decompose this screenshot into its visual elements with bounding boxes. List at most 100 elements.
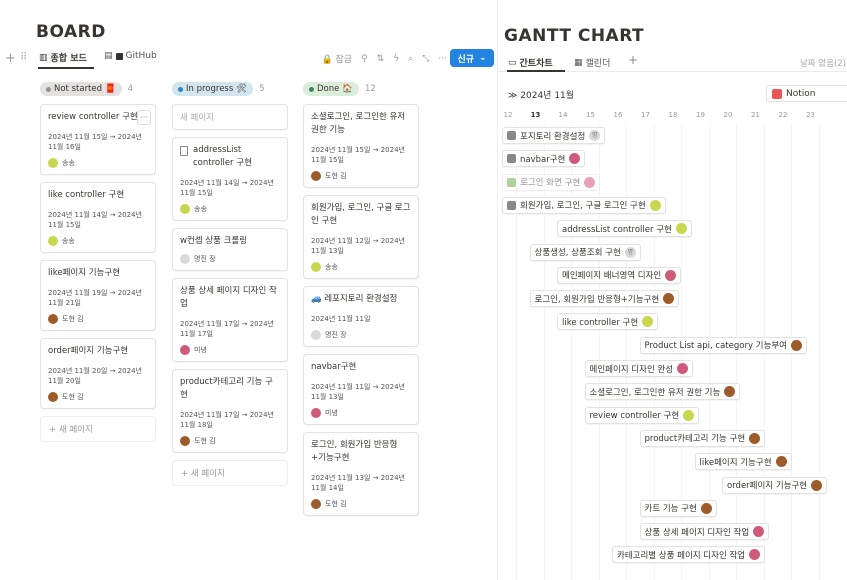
car-icon: 🚙 [311,294,322,304]
column-done: Done 🏠 12 소셜로그인, 로그인한 유저 권한 기능 2024년 11월… [303,80,419,523]
gantt-task-bar[interactable]: 메인페이지 배너영역 디자인 [557,266,682,284]
gantt-task-bar[interactable]: 로그인 화면 구현 [502,173,601,191]
gantt-task-bar[interactable]: 소셜로그인, 로그인한 유저 권한 기능 [584,383,741,401]
task-label: navbar구현 [520,154,566,165]
tab-gantt[interactable]: ▭ 간트차트 [508,56,553,70]
board-card[interactable]: 🚙 레포지토리 환경설정 2024년 11월 11일 명진 장 [303,286,419,347]
calendar-icon: ▦ [574,57,583,68]
expand-icon[interactable]: ⤡ [422,54,429,64]
card-date: 2024년 11월 17일 → 2024년 11월 17일 [180,320,274,338]
board-card[interactable]: navbar구현 2024년 11월 11일 → 2024년 11월 13일 미… [303,354,419,425]
card-assignee: 송송 [48,236,148,246]
gantt-task-bar[interactable]: 카트 기능 구현 [639,499,717,517]
board-card[interactable]: like페이지 기능구현 2024년 11월 19일 → 2024년 11월 2… [40,260,156,331]
lock-button[interactable]: 🔒 잠금 [321,52,352,65]
status-badge[interactable]: Done 🏠 [303,82,359,96]
card-assignee: 도현 김 [48,392,148,402]
gantt-task-bar[interactable]: Product List api, category 기능부여 [639,336,807,354]
gantt-task-bar[interactable]: like페이지 기능구현 [694,453,792,471]
add-block-icon[interactable]: + [5,51,16,66]
avatar [790,339,802,351]
gantt-panel: GANTT CHART ▭ 간트차트 ▦ 캘린더 + 날짜 없음(2) ≫ 20… [497,0,847,580]
avatar: 명 [589,130,601,141]
board-card[interactable]: product카테고리 기능 구현 2024년 11월 17일 → 2024년 … [172,369,288,453]
status-dot-icon [46,86,51,92]
card-date: 2024년 11월 11일 [311,315,371,323]
gantt-task-bar[interactable]: product카테고리 기능 구현 [639,429,766,447]
board-card[interactable]: 상품 상세 페이지 디자인 작업 2024년 11월 17일 → 2024년 1… [172,278,288,362]
column-count: 4 [127,84,134,94]
board-card[interactable]: like controller 구현 2024년 11월 14일 → 2024년… [40,182,156,253]
status-label: Not started [54,84,103,94]
notion-button-label: Notion [786,88,816,99]
gantt-task-bar[interactable]: navbar구현 [502,150,586,168]
task-label: 상품생성, 상품조회 구현 [534,248,621,258]
board-card[interactable]: 소셜로그인, 로그인한 유저 권한 기능 2024년 11월 15일 → 202… [303,104,419,188]
board-card[interactable]: 로그인, 회원가입 반응형 +기능구현 2024년 11월 13일 → 2024… [303,432,419,516]
assignee-name: 송송 [62,159,75,167]
column-header: Done 🏠 12 [303,80,419,98]
gantt-task-bar[interactable]: 카테고리별 상품 페이지 디자인 작업 [612,546,766,564]
card-title: review controller 구현 [48,112,138,122]
chevron-down-icon[interactable]: ⌄ [479,53,487,63]
tab-gantt-label: 간트차트 [519,59,553,69]
timeline-icon: ▭ [508,57,517,68]
sort-icon[interactable]: ⇅ [377,54,385,64]
task-label: 메인페이지 배너영역 디자인 [562,271,662,282]
gantt-task-bar[interactable]: like controller 구현 [557,313,659,331]
gantt-title: GANTT CHART [504,26,645,46]
gantt-task-bar[interactable]: 로그인, 회원가입 반응형+기능구현 [529,290,680,308]
status-badge[interactable]: In progress 🛠 [172,82,254,96]
avatar [683,409,695,421]
assignee-name: 미녕 [325,409,338,417]
gantt-task-bar[interactable]: 포지토리 환경설정 명 [502,127,606,144]
card-assignee: 명진 장 [180,254,280,264]
more-options-icon[interactable]: ··· [438,54,447,64]
avatar [677,363,689,374]
task-page-icon [507,177,516,187]
search-icon[interactable]: ⌕ [408,54,413,64]
no-date-button[interactable]: 날짜 없음(2) [800,57,846,69]
drag-handle-icon[interactable]: ⠿ [20,52,27,63]
avatar [180,345,190,355]
day-label: 12 [503,111,513,119]
new-page-card[interactable]: 새 페이지 [172,104,288,130]
filter-icon[interactable]: ⚲ [361,54,368,64]
add-view-button[interactable]: + [628,53,638,67]
month-label[interactable]: ≫ 2024년 11월 [508,88,574,101]
gantt-task-bar[interactable]: 메인페이지 디자인 완성 [584,360,694,377]
gantt-task-bar[interactable]: 상품생성, 상품조회 구현 명 [529,243,641,261]
gantt-task-bar[interactable]: order페이지 기능구현 [722,476,828,494]
gantt-task-bar[interactable]: 상품 상세 페이지 디자인 작업 [639,523,770,541]
card-title: 소셜로그인, 로그인한 유저 권한 기능 [311,112,406,135]
new-page-placeholder: 새 페이지 [180,113,214,123]
gantt-task-bar[interactable]: 회원가입, 로그인, 구글 로그인 구현 [502,196,666,214]
board-card[interactable]: order페이지 기능구현 2024년 11월 20일 → 2024년 11월 … [40,338,156,409]
card-date: 2024년 11월 15일 → 2024년 11월 16일 [48,133,142,151]
tab-board-view[interactable]: ▥ 종합 보드 [39,51,87,65]
task-label: 소셜로그인, 로그인한 유저 권한 기능 [589,387,721,398]
add-page-button[interactable]: + 새 페이지 [172,460,288,486]
day-gridline [543,124,545,580]
board-card[interactable]: review controller 구현 ··· 2024년 11월 15일 →… [40,104,156,175]
avatar [48,158,58,168]
add-page-button[interactable]: + 새 페이지 [40,416,156,442]
assignee-name: 미녕 [194,346,207,354]
status-emoji-icon: 🧧 [105,84,116,94]
card-assignee: 미녕 [311,408,411,418]
notion-calendar-button[interactable]: Notion [766,85,847,102]
card-date: 2024년 11월 15일 → 2024년 11월 15일 [311,146,405,164]
card-more-button[interactable]: ··· [137,110,151,125]
status-label: In progress [186,84,234,94]
tab-github[interactable]: ▤ GitHub [104,51,157,61]
board-card[interactable]: w컨셉 상품 크롤링 명진 장 [172,228,288,271]
automation-icon[interactable]: ϟ [393,54,399,64]
gantt-task-bar[interactable]: addressList controller 구현 [557,220,692,238]
board-card[interactable]: 회원가입, 로그인, 구글 로그인 구현 2024년 11월 12일 → 202… [303,195,419,279]
gantt-task-bar[interactable]: review controller 구현 [584,406,700,424]
board-card[interactable]: addressList controller 구현 2024년 11월 14일 … [172,137,288,221]
tab-calendar[interactable]: ▦ 캘린더 [574,56,610,70]
status-badge[interactable]: Not started 🧧 [40,82,122,96]
new-page-button[interactable]: 신규 ⌄ [450,49,494,67]
task-label: addressList controller 구현 [562,224,672,235]
